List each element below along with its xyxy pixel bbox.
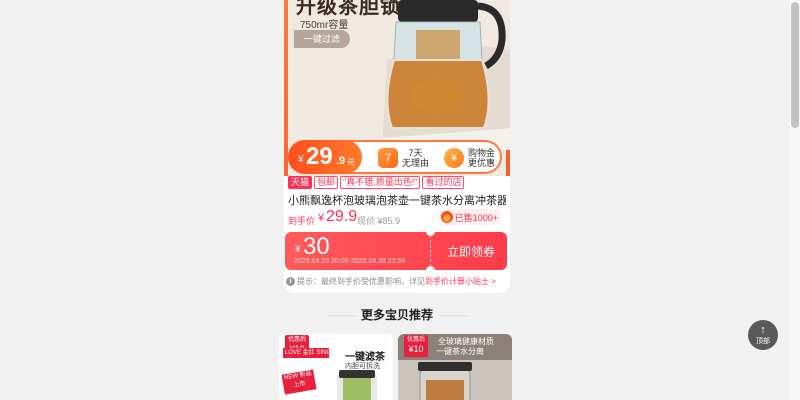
calendar-icon: 7 <box>378 148 398 168</box>
tip-text: 提示：最终到手价受优惠影响，详见 <box>297 277 425 286</box>
product-title[interactable]: 小熊飘逸杯泡玻璃泡茶壶一键茶水分离冲茶器2025... <box>288 192 506 208</box>
price-dec: .9 <box>336 155 346 167</box>
flame-icon <box>440 211 453 223</box>
tag-viewed-store: 看过的店 <box>422 176 465 189</box>
money-bag-icon: ¥ <box>444 148 464 168</box>
price-row: 到手价 ¥ 29.9 现价 ¥85.9 已售1000+ <box>288 208 506 226</box>
heading-divider-right <box>439 315 467 317</box>
price-yen: ¥ <box>298 154 304 165</box>
recommendation-card[interactable]: 优惠后 ¥10 LOVE 金灶 SINCE 1988 一键滤茶 内胆可拆洗 NE… <box>279 334 393 400</box>
back-to-top-label: 顶部 <box>756 338 770 345</box>
price-badge: ¥ 29 .9 元 7 7天 无理由 ¥ 购物金 更优惠 <box>288 140 502 174</box>
final-price-label: 到手价 <box>288 216 316 226</box>
sold-count: 已售1000+ <box>454 212 498 223</box>
final-price: 29.9 <box>326 208 358 225</box>
claim-coupon-button[interactable]: 立即领券 <box>435 243 507 260</box>
coupon-validity: 2025.04.23 20:00-2025.04.28 23:59 <box>294 258 406 265</box>
product-hero-image[interactable]: 升级茶胆锁 750mr容量 一键过滤 ¥ 29 .9 元 7 7天 无理由 ¥ <box>284 0 510 176</box>
brand-bar: LOVE 金灶 SINCE 1988 <box>283 348 329 358</box>
product-card: 升级茶胆锁 750mr容量 一键过滤 ¥ 29 .9 元 7 7天 无理由 ¥ <box>284 0 510 293</box>
return-policy-feature: 7 7天 无理由 <box>378 147 429 169</box>
price-calc-tips-link[interactable]: 到手价计算小贴士 > <box>425 276 496 287</box>
feature-1-line2: 无理由 <box>402 158 430 168</box>
coupon-divider <box>430 235 431 267</box>
hero-capacity: 750mr容量 <box>300 20 349 31</box>
arrow-up-icon: ↑ <box>760 324 766 336</box>
scrollbar-track[interactable] <box>790 0 800 400</box>
teapot-illustration <box>382 0 510 150</box>
coupon-yen: ¥ <box>295 244 301 255</box>
heading-divider-left <box>326 315 355 317</box>
feature-1-line1: 7天 <box>408 148 423 158</box>
final-price-yen: ¥ <box>318 212 325 224</box>
tag-review: "真不错,质量出色!" <box>340 176 421 189</box>
product-tags: 天猫 包邮 "真不错,质量出色!" 看过的店 <box>288 176 465 189</box>
recommendation-discount-badge: 优惠后 ¥10 <box>404 335 428 357</box>
tag-tmall: 天猫 <box>288 176 313 189</box>
hero-filter-pill: 一键过滤 <box>294 30 350 48</box>
more-recommendations-heading: 更多宝贝推荐 <box>284 306 510 323</box>
current-price: 现价 ¥85.9 <box>357 216 401 226</box>
price-tip: i 提示：最终到手价受优惠影响，详见 到手价计算小贴士 > <box>286 276 496 287</box>
recommendation-subline: 内胆可拆洗 <box>345 363 380 370</box>
tag-free-shipping: 包邮 <box>314 176 339 189</box>
coupon-card[interactable]: ¥ 30 2025.04.23 20:00-2025.04.28 23:59 立… <box>285 232 507 270</box>
sold-count-badge: 已售1000+ <box>438 209 502 225</box>
scrollbar-thumb[interactable] <box>791 2 799 128</box>
shopping-gold-feature: ¥ 购物金 更优惠 <box>444 147 495 169</box>
feature-2-line2: 更优惠 <box>468 158 496 168</box>
info-icon: i <box>286 277 295 286</box>
coupon-amount: 30 <box>303 233 330 260</box>
back-to-top-button[interactable]: ↑ 顶部 <box>748 320 778 350</box>
feature-2-line1: 购物金 <box>468 148 496 158</box>
price-bubble: ¥ 29 .9 元 <box>288 140 362 174</box>
price-int: 29 <box>306 143 333 170</box>
recommendation-card[interactable]: 优惠后 ¥10 全玻璃健康材质 一键茶水分离 <box>398 334 512 400</box>
price-unit: 元 <box>347 158 355 167</box>
recommendation-subline: 一键茶水分离 <box>436 347 484 356</box>
